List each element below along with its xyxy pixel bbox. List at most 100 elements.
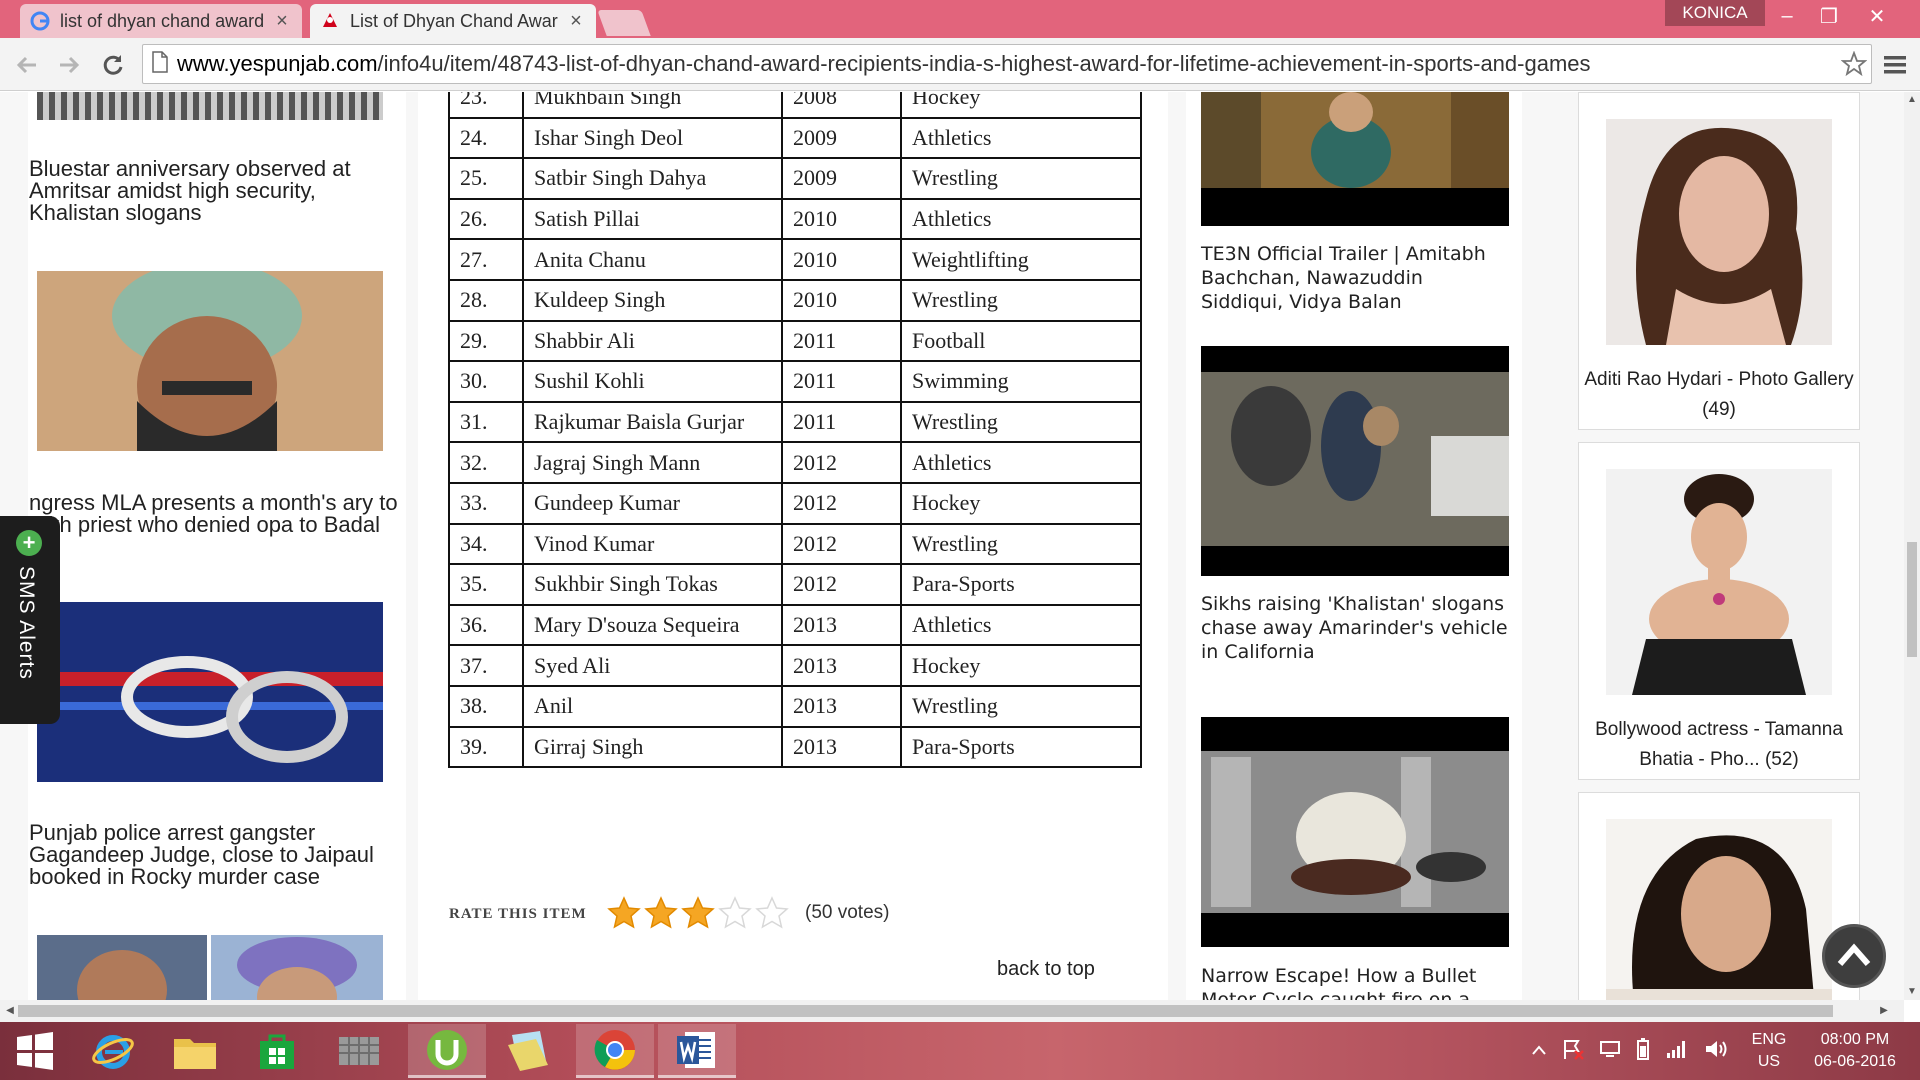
votes-count: (50 votes) <box>805 902 890 923</box>
file-explorer-icon[interactable] <box>156 1024 234 1078</box>
maximize-icon[interactable]: ❐ <box>1806 0 1852 32</box>
news-thumbnail[interactable] <box>37 271 383 451</box>
utorrent-icon[interactable] <box>408 1024 486 1078</box>
sport-discipline: Football <box>900 319 1142 363</box>
app-grid-icon[interactable] <box>320 1024 398 1078</box>
reload-icon[interactable] <box>96 48 130 82</box>
video-link[interactable]: Narrow Escape! How a Bullet Motor Cycle … <box>1201 964 1511 1000</box>
scroll-up-arrow-icon[interactable]: ▲ <box>1904 92 1920 108</box>
video-thumbnail[interactable] <box>1201 717 1509 947</box>
action-center-flag-icon[interactable] <box>1562 1038 1584 1065</box>
award-year: 2012 <box>781 481 902 525</box>
back-to-top-link[interactable]: back to top <box>997 958 1095 981</box>
row-number: 39. <box>448 725 524 769</box>
tab-yespunjab[interactable]: List of Dhyan Chand Awar × <box>310 4 596 38</box>
star-filled-icon[interactable] <box>643 896 680 930</box>
star-empty-icon[interactable] <box>717 896 754 930</box>
rating-stars[interactable] <box>606 896 791 930</box>
recipient-name: Rajkumar Baisla Gurjar <box>522 400 783 444</box>
internet-explorer-icon[interactable] <box>74 1024 152 1078</box>
scrollbar-thumb[interactable] <box>1907 542 1917 657</box>
award-year: 2012 <box>781 522 902 566</box>
video-thumbnail[interactable] <box>1201 92 1509 226</box>
vertical-scrollbar[interactable]: ▲ ▼ <box>1904 92 1920 1000</box>
store-icon[interactable] <box>238 1024 316 1078</box>
address-bar[interactable]: www.yespunjab.com/info4u/item/48743-list… <box>142 44 1872 84</box>
table-row: 24. Ishar Singh Deol 2009 Athletics <box>448 116 1142 160</box>
award-year: 2013 <box>781 603 902 647</box>
chevron-up-icon <box>1837 943 1871 966</box>
news-thumbnail[interactable] <box>37 935 383 1000</box>
gallery-photo <box>1606 119 1832 345</box>
scrollbar-thumb[interactable] <box>18 1005 1833 1017</box>
row-number: 34. <box>448 522 524 566</box>
gallery-caption: Aditi Rao Hydari - Photo Gallery (49) <box>1584 369 1854 420</box>
row-number: 30. <box>448 360 524 403</box>
tab-close-icon[interactable]: × <box>272 10 292 33</box>
news-link[interactable]: Punjab police arrest gangster Gagandeep … <box>29 822 399 888</box>
volume-icon[interactable] <box>1704 1038 1728 1065</box>
gallery-photo <box>1606 819 1832 1000</box>
left-news-column: Bluestar anniversary observed at Amritsa… <box>28 92 406 1000</box>
close-window-icon[interactable]: ✕ <box>1854 0 1900 32</box>
bookmark-star-icon[interactable] <box>1837 47 1871 81</box>
table-row: 38. Anil 2013 Wrestling <box>448 684 1142 728</box>
scroll-right-arrow-icon[interactable]: ▶ <box>1876 1003 1892 1019</box>
table-row: 32. Jagraj Singh Mann 2012 Athletics <box>448 441 1142 484</box>
news-link[interactable]: ngress MLA presents a month's ary to Sik… <box>29 492 399 536</box>
news-thumbnail[interactable] <box>37 602 383 782</box>
gallery-card[interactable]: Aditi Rao Hydari - Photo Gallery (49) <box>1578 92 1860 430</box>
word-icon[interactable] <box>658 1024 736 1078</box>
tab-google-search[interactable]: list of dhyan chand award × <box>20 4 302 38</box>
new-tab-button[interactable] <box>597 10 651 36</box>
signal-icon[interactable] <box>1666 1039 1688 1064</box>
system-clock[interactable]: 08:00 PM 06-06-2016 <box>1800 1022 1910 1080</box>
gallery-caption: Bollywood actress - Tamanna Bhatia - Pho… <box>1595 719 1843 770</box>
row-number: 24. <box>448 116 524 160</box>
tab-close-icon[interactable]: × <box>566 10 586 33</box>
windows-start-icon[interactable] <box>0 1024 70 1078</box>
tab-label: List of Dhyan Chand Awar <box>350 10 558 31</box>
sport-discipline: Athletics <box>900 116 1142 160</box>
gallery-card[interactable]: Bollywood actress - Tamanna Bhatia - Pho… <box>1578 442 1860 780</box>
recipient-name: Satbir Singh Dahya <box>522 157 783 200</box>
star-empty-icon[interactable] <box>754 896 791 930</box>
chrome-menu-icon[interactable] <box>1880 50 1910 80</box>
profile-badge[interactable]: KONICA <box>1665 0 1765 26</box>
video-column: TE3N Official Trailer | Amitabh Bachchan… <box>1186 92 1522 1000</box>
news-link[interactable]: Bluestar anniversary observed at Amritsa… <box>29 158 399 224</box>
row-number: 33. <box>448 481 524 525</box>
horizontal-scrollbar[interactable]: ◀ ▶ <box>0 1000 1904 1022</box>
tray-expand-icon[interactable] <box>1532 1042 1546 1060</box>
recipient-name: Jagraj Singh Mann <box>522 441 783 484</box>
sticky-folder-icon[interactable] <box>490 1024 568 1078</box>
row-number: 36. <box>448 603 524 647</box>
sport-discipline: Hockey <box>900 92 1142 119</box>
scroll-top-button[interactable] <box>1822 924 1886 988</box>
battery-icon[interactable] <box>1636 1037 1650 1065</box>
star-filled-icon[interactable] <box>680 896 717 930</box>
input-language[interactable]: ENG US <box>1742 1022 1796 1080</box>
browser-toolbar: www.yespunjab.com/info4u/item/48743-list… <box>0 38 1920 91</box>
back-arrow-icon[interactable] <box>10 48 44 82</box>
sms-alerts-widget[interactable]: + SMS Alerts <box>0 516 60 724</box>
chrome-icon[interactable] <box>576 1024 654 1078</box>
video-link[interactable]: Sikhs raising 'Khalistan' slogans chase … <box>1201 592 1511 664</box>
award-year: 2013 <box>781 725 902 769</box>
scroll-left-arrow-icon[interactable]: ◀ <box>2 1003 18 1019</box>
row-number: 32. <box>448 441 524 484</box>
news-thumbnail[interactable] <box>37 92 383 120</box>
recipient-name: Sukhbir Singh Tokas <box>522 563 783 606</box>
video-thumbnail[interactable] <box>1201 346 1509 576</box>
desktop-icon[interactable] <box>1600 1039 1620 1064</box>
gallery-card[interactable] <box>1578 792 1860 1000</box>
forward-arrow-icon[interactable] <box>52 48 86 82</box>
minimize-icon[interactable]: – <box>1764 0 1810 32</box>
video-link[interactable]: TE3N Official Trailer | Amitabh Bachchan… <box>1201 242 1511 314</box>
star-filled-icon[interactable] <box>606 896 643 930</box>
row-number: 37. <box>448 644 524 687</box>
scroll-down-arrow-icon[interactable]: ▼ <box>1904 984 1920 1000</box>
table-row: 34. Vinod Kumar 2012 Wrestling <box>448 522 1142 566</box>
clock-time: 08:00 PM <box>1820 1031 1890 1048</box>
awards-table: 23. Mukhbain Singh 2008 Hockey 24. Ishar Sing… <box>448 92 1142 769</box>
